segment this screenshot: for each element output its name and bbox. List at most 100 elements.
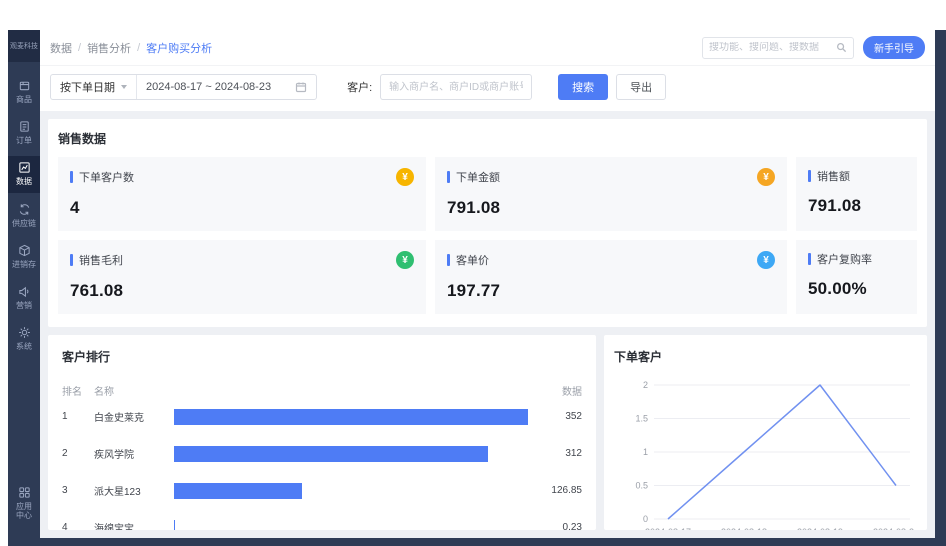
sidebar-item-marketing[interactable]: 营销: [8, 280, 40, 316]
goods-icon: [18, 79, 31, 92]
metric-value: 791.08: [808, 196, 905, 216]
customer-ranking-card: 客户排行 排名 名称 数据 1白金史莱克3522疾风学院3123派大星12312…: [48, 335, 596, 530]
page-body: 销售数据 下单客户数 ¥ 4 下单金额: [40, 111, 935, 538]
value-cell: 352: [528, 411, 582, 422]
yen-circle-icon: ¥: [396, 168, 414, 186]
line-chart: 00.511.522024-08-172024-08-182024-08-192…: [614, 371, 914, 530]
customer-filter-label: 客户:: [347, 79, 372, 95]
value-cell: 0.23: [528, 522, 582, 530]
sidebar-item-supply-chain[interactable]: 供应链: [8, 198, 40, 234]
search-icon: [836, 42, 847, 53]
table-row: 3派大星123126.85: [62, 472, 582, 509]
date-range-input[interactable]: 2024-08-17 ~ 2024-08-23: [137, 75, 316, 99]
svg-text:0.5: 0.5: [635, 481, 648, 491]
metric-repurchase-rate: 客户复购率 50.00%: [796, 240, 917, 314]
sidebar-item-app-center[interactable]: 应用中心: [8, 481, 40, 526]
svg-text:1: 1: [643, 447, 648, 457]
sidebar-item-inventory[interactable]: 进销存: [8, 239, 40, 275]
table-row: 1白金史莱克352: [62, 398, 582, 435]
sidebar-item-label: 订单: [16, 136, 32, 145]
breadcrumb-separator: /: [137, 42, 140, 54]
table-row: 4海绵宝宝 0.23: [62, 509, 582, 530]
global-search-input[interactable]: [709, 42, 832, 53]
accent-bar: [447, 171, 450, 183]
breadcrumb-item-current: 客户购买分析: [146, 40, 212, 56]
price-circle-icon: ¥: [757, 251, 775, 269]
svg-text:2024-08-17: 2024-08-17: [645, 527, 691, 530]
ranking-rows: 1白金史莱克3522疾风学院3123派大星123126.854海绵宝宝0.23: [62, 398, 582, 530]
brand-logo: 观麦科技: [8, 30, 40, 62]
inventory-cube-icon: [18, 244, 31, 257]
metric-label: 下单客户数: [79, 169, 134, 185]
breadcrumb-item[interactable]: 数据: [50, 40, 72, 56]
accent-bar: [70, 171, 73, 183]
guide-button[interactable]: 新手引导: [863, 36, 925, 59]
metric-label: 销售额: [817, 168, 850, 184]
metric-value: 4: [70, 198, 414, 218]
metric-sales-total: 销售额 791.08: [796, 157, 917, 231]
bar-column-spacer: [174, 383, 528, 398]
value-cell: 126.85: [528, 485, 582, 496]
sidebar-nav: 商品 订单 数据 供应链 进销存 营销: [8, 74, 40, 481]
metric-label: 销售毛利: [79, 252, 123, 268]
megaphone-icon: [18, 285, 31, 298]
ranking-card-title: 客户排行: [62, 348, 582, 365]
bar-cell: [174, 409, 528, 425]
metric-value: 197.77: [447, 281, 775, 301]
calendar-icon: [295, 81, 307, 93]
metric-order-customers: 下单客户数 ¥ 4: [58, 157, 426, 231]
global-search[interactable]: [702, 37, 854, 59]
sales-data-card: 销售数据 下单客户数 ¥ 4 下单金额: [48, 119, 927, 327]
search-button[interactable]: 搜索: [558, 74, 608, 100]
rank-cell: 4: [62, 522, 94, 530]
date-type-select[interactable]: 按下单日期: [51, 75, 137, 99]
sidebar-item-orders[interactable]: 订单: [8, 115, 40, 151]
name-cell: 海绵宝宝: [94, 520, 174, 530]
ranking-table-header: 排名 名称 数据: [62, 383, 582, 398]
ranking-bar: [174, 409, 528, 425]
breadcrumb-item[interactable]: 销售分析: [87, 40, 131, 56]
date-range-value: 2024-08-17 ~ 2024-08-23: [146, 81, 271, 93]
bar-cell: [174, 483, 528, 499]
bottom-row: 客户排行 排名 名称 数据 1白金史莱克3522疾风学院3123派大星12312…: [48, 335, 927, 530]
chart-card-title: 下单客户: [614, 348, 917, 365]
metric-value: 791.08: [447, 198, 775, 218]
ranking-bar: [174, 446, 488, 462]
sidebar-item-label: 供应链: [12, 219, 36, 228]
main-content: 数据 / 销售分析 / 客户购买分析 新手引导 按下单日期: [40, 30, 935, 538]
customer-search-input[interactable]: [380, 74, 532, 100]
table-row: 2疾风学院312: [62, 435, 582, 472]
rank-column-header: 排名: [62, 383, 94, 398]
metric-gross-profit: 销售毛利 ¥ 761.08: [58, 240, 426, 314]
svg-text:1.5: 1.5: [635, 414, 648, 424]
accent-bar: [447, 254, 450, 266]
chart-line-icon: [18, 161, 31, 174]
sidebar-item-label: 进销存: [12, 260, 36, 269]
rank-cell: 2: [62, 448, 94, 459]
order-customers-chart-card: 下单客户 00.511.522024-08-172024-08-182024-0…: [604, 335, 927, 530]
name-cell: 派大星123: [94, 483, 174, 498]
sidebar-item-system[interactable]: 系统: [8, 321, 40, 357]
sidebar-item-goods[interactable]: 商品: [8, 74, 40, 110]
svg-text:2024-08-20: 2024-08-20: [873, 527, 914, 530]
metric-value: 761.08: [70, 281, 414, 301]
sidebar-item-data[interactable]: 数据: [8, 156, 40, 192]
filter-bar: 按下单日期 2024-08-17 ~ 2024-08-23 客户: 搜索 导出: [40, 66, 935, 111]
coin-circle-icon: ¥: [757, 168, 775, 186]
svg-text:2024-08-18: 2024-08-18: [721, 527, 767, 530]
topbar-right: 新手引导: [702, 36, 925, 59]
export-button[interactable]: 导出: [616, 74, 666, 100]
name-cell: 疾风学院: [94, 446, 174, 461]
name-column-header: 名称: [94, 383, 174, 398]
value-column-header: 数据: [528, 383, 582, 398]
accent-bar: [70, 254, 73, 266]
metric-value: 50.00%: [808, 279, 905, 299]
order-document-icon: [18, 120, 31, 133]
svg-text:0: 0: [643, 514, 648, 524]
svg-text:2024-08-19: 2024-08-19: [797, 527, 843, 530]
sidebar-item-label: 商品: [16, 95, 32, 104]
bar-cell: [174, 446, 528, 462]
sidebar-item-label: 系统: [16, 342, 32, 351]
app-grid-icon: [18, 486, 31, 499]
right-edge-panel: [935, 30, 946, 546]
